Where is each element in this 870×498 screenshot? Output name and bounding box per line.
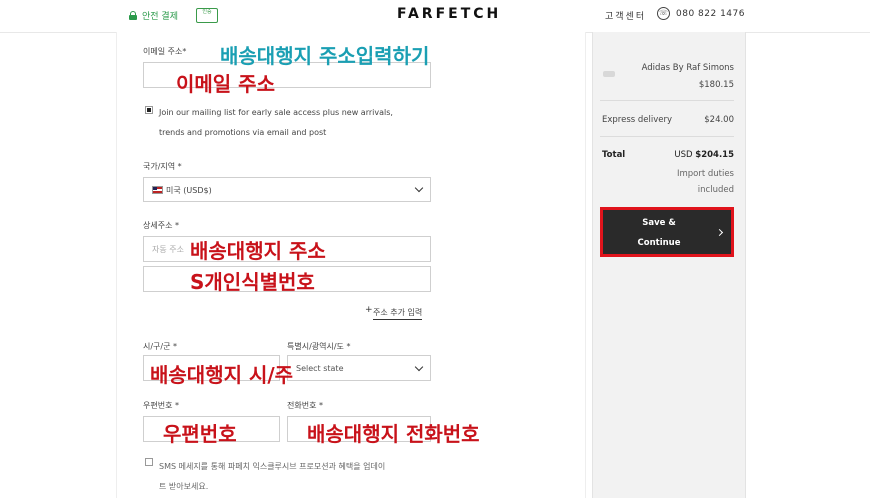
city-state-overlay: 배송대행지 시/주 — [150, 363, 294, 387]
chevron-down-icon — [414, 183, 424, 193]
security-badge-text: 인증 — [202, 9, 212, 15]
total-amount: USD $204.15 — [600, 150, 734, 160]
zip-overlay: 우편번호 — [163, 422, 237, 446]
country-value: 미국 (USD$) — [166, 186, 212, 195]
summary-divider — [600, 100, 734, 101]
import-duties-2: included — [697, 185, 734, 195]
chevron-right-icon — [715, 228, 724, 237]
state-select[interactable]: Select state — [287, 355, 431, 381]
sms-checkbox[interactable] — [145, 458, 153, 466]
email-label: 이메일 주소* — [143, 47, 187, 56]
add-address-plus-icon: + — [365, 305, 373, 315]
state-label: 특별시/광역시/도 * — [287, 342, 351, 351]
address-placeholder: 자동 주소 — [152, 245, 184, 254]
chevron-down-icon — [414, 362, 424, 372]
state-value: Select state — [296, 364, 344, 373]
secure-payment-label: 안전 결제 — [142, 12, 178, 22]
product-name: Adidas By Raf Simons — [641, 63, 734, 73]
phone-icon: ☏ — [657, 7, 670, 20]
delivery-price: $24.00 — [704, 115, 734, 125]
order-summary-panel — [592, 32, 746, 498]
customer-center-link[interactable]: 고객센터 — [605, 9, 646, 22]
sms-text-2: 트 받아보세요. — [159, 482, 209, 491]
add-address-link[interactable]: 주소 추가 입력 — [373, 307, 423, 320]
zip-label: 우편번호 * — [143, 401, 179, 410]
security-badge-icon: 인증 — [196, 8, 218, 23]
lock-icon — [129, 11, 137, 20]
secure-payment: 안전 결제 — [129, 9, 178, 22]
phone-overlay: 배송대행지 전화번호 — [307, 422, 480, 446]
product-price: $180.15 — [698, 80, 734, 90]
import-duties-1: Import duties — [676, 169, 734, 179]
country-select[interactable]: 미국 (USD$) — [143, 177, 431, 202]
address-overlay: 배송대행지 주소 — [190, 239, 326, 263]
address-label: 상세주소 * — [143, 221, 179, 230]
heading-overlay: 배송대행지 주소입력하기 — [220, 44, 430, 68]
us-flag-icon — [152, 186, 163, 194]
total-value: $204.15 — [695, 150, 734, 160]
save-continue-button[interactable]: Save & Continue — [600, 207, 734, 257]
city-label: 시/구/군 * — [143, 342, 178, 351]
farfetch-logo[interactable]: FARFETCH — [397, 6, 501, 22]
newsletter-text-2: trends and promotions via email and post — [159, 128, 327, 137]
newsletter-text-1: Join our mailing list for early sale acc… — [159, 108, 393, 117]
country-label: 국가/지역 * — [143, 162, 182, 171]
phone-field-label: 전화번호 * — [287, 401, 323, 410]
summary-divider — [600, 136, 734, 137]
address2-overlay: S개인식별번호 — [190, 270, 315, 294]
newsletter-checkbox[interactable] — [145, 106, 153, 114]
email-overlay: 이메일 주소 — [176, 72, 275, 96]
total-currency: USD — [674, 150, 693, 160]
save-button-label-1: Save & — [642, 218, 676, 228]
sms-text-1: SMS 메세지를 통해 파페치 익스클루시브 프로모션과 혜택을 업데이 — [159, 462, 386, 471]
save-button-label-2: Continue — [637, 238, 681, 248]
phone-number[interactable]: 080 822 1476 — [676, 9, 745, 19]
